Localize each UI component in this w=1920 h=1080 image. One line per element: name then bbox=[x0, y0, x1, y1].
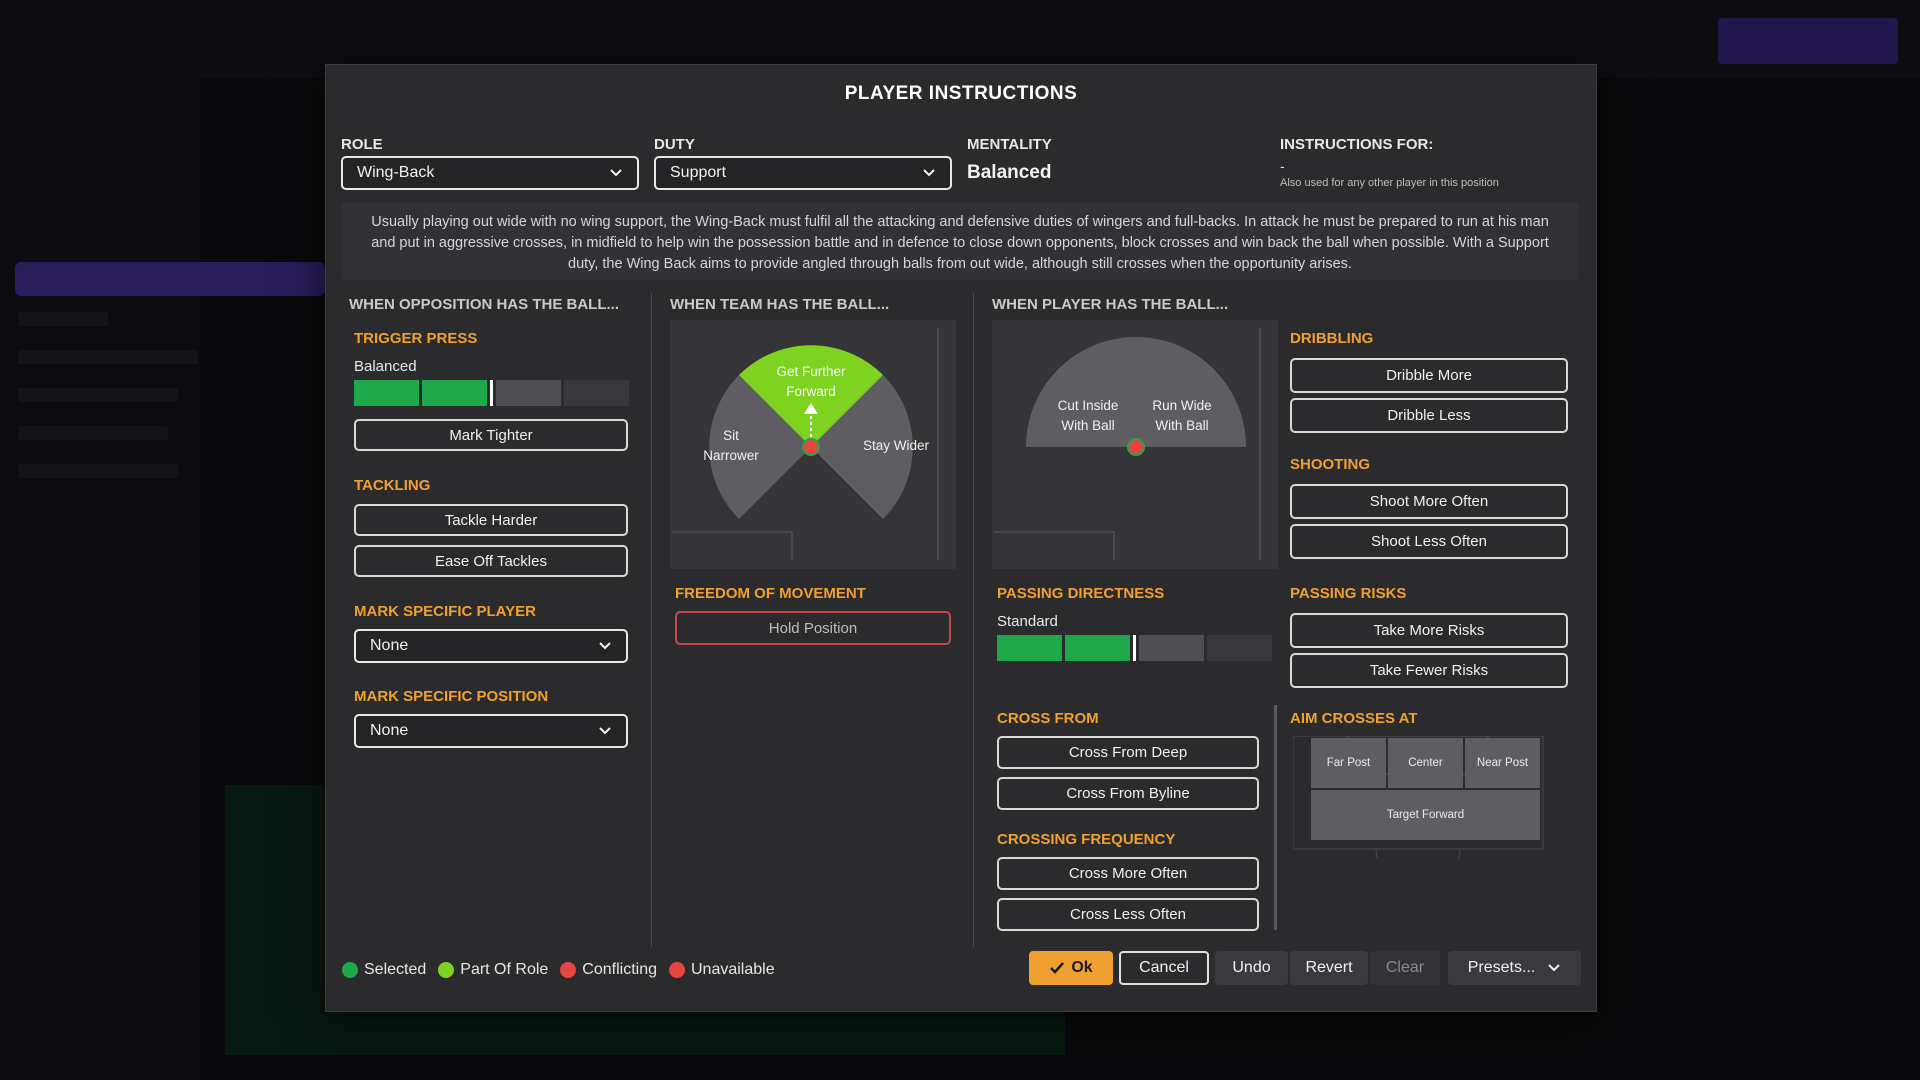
legend-unavailable: Unavailable bbox=[669, 961, 775, 979]
cancel-button[interactable]: Cancel bbox=[1119, 951, 1209, 985]
shoot-more-often-button[interactable]: Shoot More Often bbox=[1290, 484, 1568, 519]
undo-button[interactable]: Undo bbox=[1215, 951, 1288, 985]
instructions-for-label: INSTRUCTIONS FOR: bbox=[1280, 136, 1434, 153]
role-label: ROLE bbox=[341, 136, 383, 153]
player-movement-dial[interactable] bbox=[992, 320, 1278, 569]
aim-crosses-diagram: Far Post Center Near Post Target Forward bbox=[1293, 736, 1565, 859]
player-header: WHEN PLAYER HAS THE BALL... bbox=[992, 296, 1229, 313]
passing-directness-title: PASSING DIRECTNESS bbox=[997, 585, 1165, 602]
ease-off-tackles-button[interactable]: Ease Off Tackles bbox=[354, 545, 628, 577]
instructions-for-value: - bbox=[1280, 158, 1285, 174]
shooting-title: SHOOTING bbox=[1290, 456, 1371, 473]
role-value: Wing-Back bbox=[357, 164, 435, 181]
player-movement-panel: Cut Inside With Ball Run Wide With Ball bbox=[992, 320, 1278, 569]
shoot-less-often-button[interactable]: Shoot Less Often bbox=[1290, 524, 1568, 559]
player-instructions-dialog: PLAYER INSTRUCTIONS ROLE Wing-Back DUTY … bbox=[325, 64, 1597, 1012]
duty-value: Support bbox=[670, 164, 727, 181]
passing-risks-title: PASSING RISKS bbox=[1290, 585, 1407, 602]
cross-from-byline-button[interactable]: Cross From Byline bbox=[997, 777, 1259, 810]
role-select[interactable]: Wing-Back bbox=[341, 156, 639, 190]
cross-less-often-button[interactable]: Cross Less Often bbox=[997, 898, 1259, 931]
presets-button[interactable]: Presets... bbox=[1448, 951, 1581, 985]
mentality-value: Balanced bbox=[967, 162, 1052, 183]
mark-specific-position-title: MARK SPECIFIC POSITION bbox=[354, 688, 549, 705]
team-header: WHEN TEAM HAS THE BALL... bbox=[670, 296, 890, 313]
tackling-title: TACKLING bbox=[354, 477, 431, 494]
sit-narrower-option[interactable]: Sit Narrower bbox=[696, 426, 766, 466]
legend-part-of-role: Part Of Role bbox=[438, 961, 548, 979]
dialog-title: PLAYER INSTRUCTIONS bbox=[844, 83, 1078, 104]
column-divider bbox=[973, 293, 974, 947]
hold-position-button[interactable]: Hold Position bbox=[675, 611, 951, 645]
aim-crosses-at-title: AIM CROSSES AT bbox=[1290, 710, 1418, 727]
chevron-down-icon bbox=[1547, 963, 1561, 973]
stay-wider-option[interactable]: Stay Wider bbox=[856, 436, 936, 456]
duty-label: DUTY bbox=[654, 136, 695, 153]
tackle-harder-button[interactable]: Tackle Harder bbox=[354, 504, 628, 536]
opposition-header: WHEN OPPOSITION HAS THE BALL... bbox=[349, 296, 620, 313]
passing-directness-slider[interactable] bbox=[997, 635, 1272, 661]
target-forward-option[interactable]: Target Forward bbox=[1311, 790, 1540, 840]
mark-specific-player-value: None bbox=[370, 637, 409, 654]
column-divider bbox=[651, 293, 652, 947]
get-further-forward-option[interactable]: Get Further Forward bbox=[761, 362, 861, 402]
mentality-label: MENTALITY bbox=[967, 136, 1052, 153]
cross-from-deep-button[interactable]: Cross From Deep bbox=[997, 736, 1259, 769]
duty-select[interactable]: Support bbox=[654, 156, 952, 190]
take-fewer-risks-button[interactable]: Take Fewer Risks bbox=[1290, 653, 1568, 688]
mark-specific-player-title: MARK SPECIFIC PLAYER bbox=[354, 603, 536, 620]
ok-button[interactable]: Ok bbox=[1029, 951, 1113, 985]
far-post-option[interactable]: Far Post bbox=[1311, 738, 1386, 788]
mark-specific-position-select[interactable]: None bbox=[354, 714, 628, 748]
take-more-risks-button[interactable]: Take More Risks bbox=[1290, 613, 1568, 648]
trigger-press-value: Balanced bbox=[354, 358, 417, 375]
cross-more-often-button[interactable]: Cross More Often bbox=[997, 857, 1259, 890]
crossing-frequency-title: CROSSING FREQUENCY bbox=[997, 831, 1176, 848]
role-description-box: Usually playing out wide with no wing su… bbox=[342, 202, 1578, 280]
dribble-less-button[interactable]: Dribble Less bbox=[1290, 398, 1568, 433]
check-icon bbox=[1049, 961, 1065, 975]
freedom-of-movement-title: FREEDOM OF MOVEMENT bbox=[675, 585, 866, 602]
clear-button[interactable]: Clear bbox=[1370, 951, 1440, 985]
run-wide-with-ball-option[interactable]: Run Wide With Ball bbox=[1142, 396, 1222, 436]
mark-tighter-button[interactable]: Mark Tighter bbox=[354, 419, 628, 451]
chevron-down-icon bbox=[922, 166, 936, 180]
cross-from-title: CROSS FROM bbox=[997, 710, 1099, 727]
instructions-for-note: Also used for any other player in this p… bbox=[1280, 177, 1499, 189]
legend-selected: Selected bbox=[342, 961, 426, 979]
chevron-down-icon bbox=[598, 639, 612, 653]
role-description: Usually playing out wide with no wing su… bbox=[371, 214, 1549, 272]
trigger-press-title: TRIGGER PRESS bbox=[354, 330, 478, 347]
passing-directness-value: Standard bbox=[997, 613, 1058, 630]
legend: Selected Part Of Role Conflicting Unavai… bbox=[342, 961, 787, 979]
dribbling-title: DRIBBLING bbox=[1290, 330, 1374, 347]
chevron-down-icon bbox=[609, 166, 623, 180]
team-movement-panel: Get Further Forward Sit Narrower Stay Wi… bbox=[670, 320, 956, 569]
dribble-more-button[interactable]: Dribble More bbox=[1290, 358, 1568, 393]
center-option[interactable]: Center bbox=[1388, 738, 1463, 788]
mark-specific-player-select[interactable]: None bbox=[354, 629, 628, 663]
near-post-option[interactable]: Near Post bbox=[1465, 738, 1540, 788]
mark-specific-position-value: None bbox=[370, 722, 409, 739]
chevron-down-icon bbox=[598, 724, 612, 738]
cut-inside-with-ball-option[interactable]: Cut Inside With Ball bbox=[1048, 396, 1128, 436]
scrollbar[interactable] bbox=[1274, 705, 1277, 930]
trigger-press-slider[interactable] bbox=[354, 380, 629, 406]
revert-button[interactable]: Revert bbox=[1290, 951, 1368, 985]
legend-conflicting: Conflicting bbox=[560, 961, 657, 979]
